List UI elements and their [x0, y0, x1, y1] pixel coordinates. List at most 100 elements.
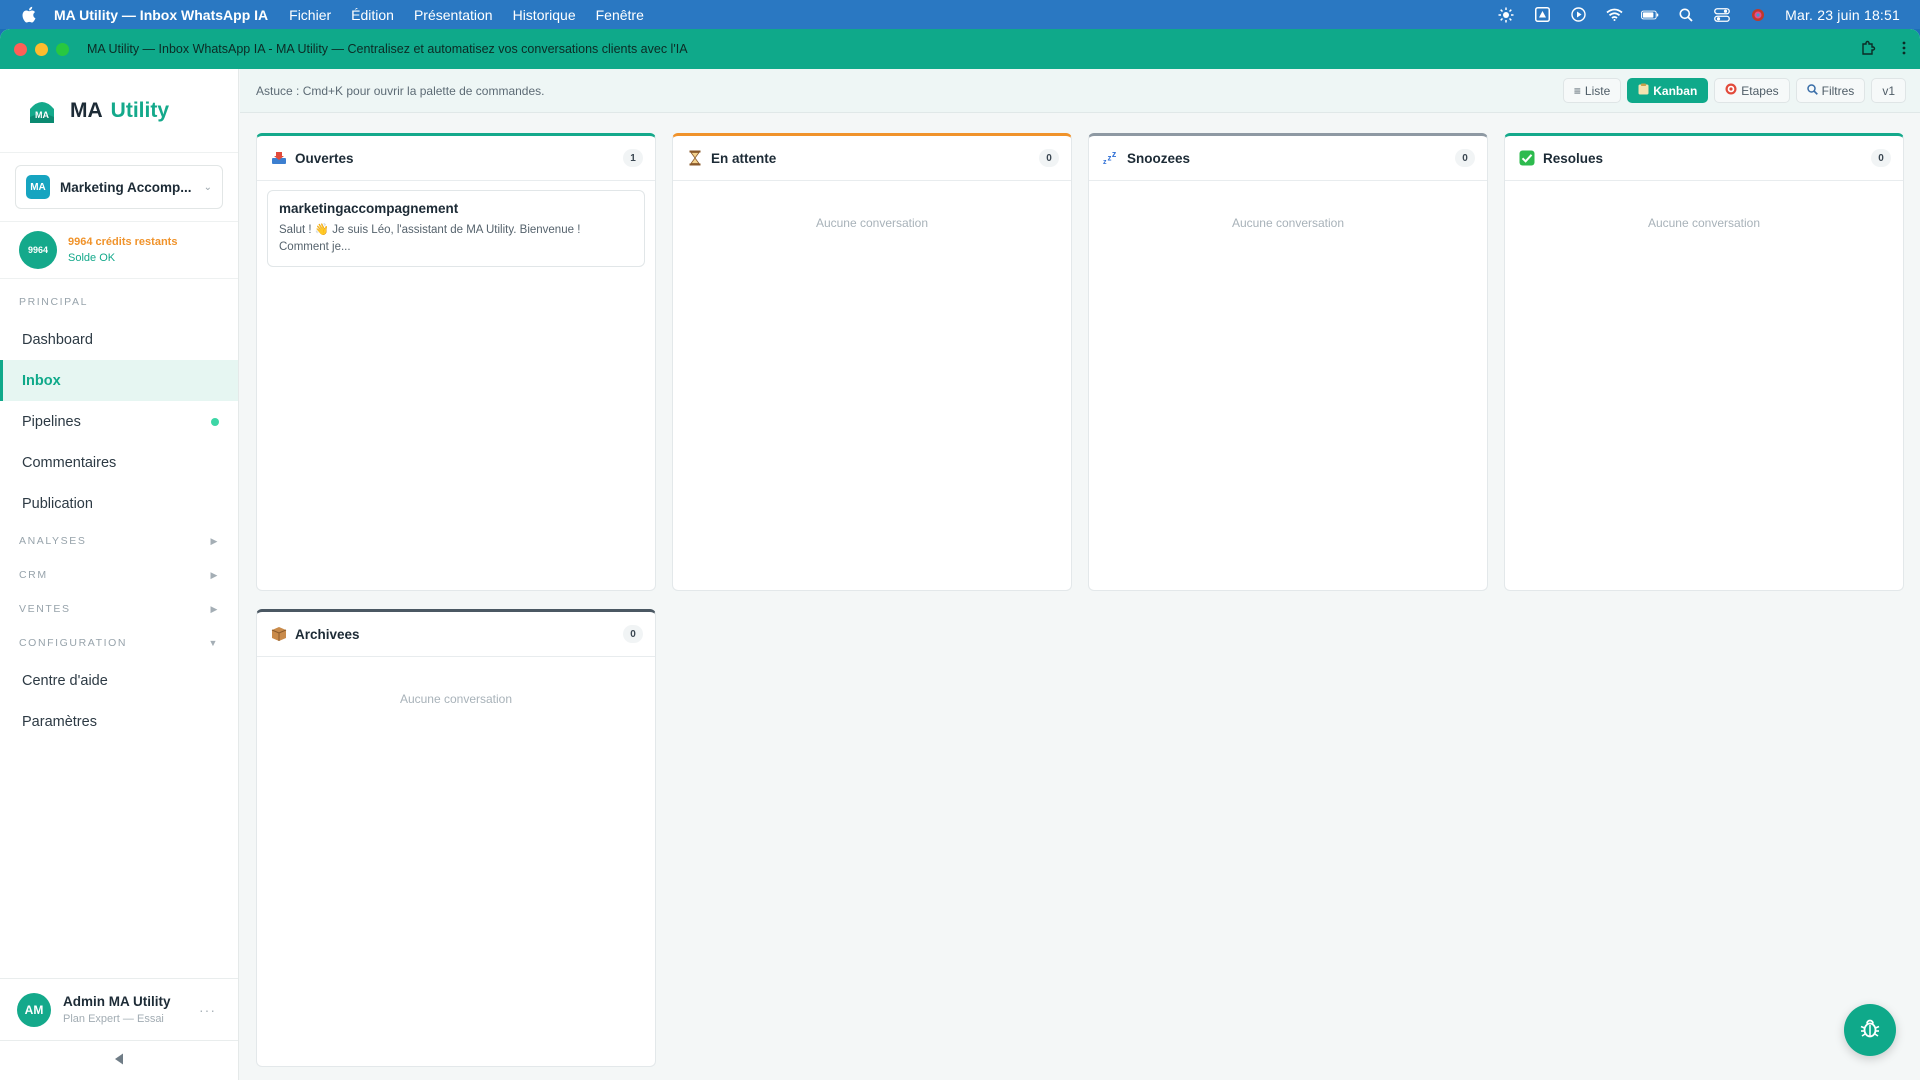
- brand-name-ma: MA: [70, 98, 103, 122]
- close-window-button[interactable]: [14, 42, 27, 56]
- more-horizontal-icon[interactable]: ···: [199, 1002, 216, 1018]
- menu-edition[interactable]: Édition: [351, 7, 394, 23]
- play-icon[interactable]: [1569, 7, 1587, 22]
- empty-state: Aucune conversation: [1231, 216, 1345, 230]
- column-header[interactable]: Resolues 0: [1505, 136, 1903, 181]
- spotlight-search-icon[interactable]: [1677, 8, 1695, 22]
- brightness-icon[interactable]: [1497, 7, 1515, 22]
- conversation-card[interactable]: marketingaccompagnement Salut ! 👋 Je sui…: [267, 190, 645, 267]
- sidebar-item-inbox[interactable]: Inbox: [0, 360, 238, 401]
- column-header[interactable]: Ouvertes 1: [257, 136, 655, 181]
- hourglass-icon: [687, 150, 703, 166]
- section-crm[interactable]: CRM ▶: [0, 558, 238, 592]
- section-configuration[interactable]: CONFIGURATION ▼: [0, 626, 238, 660]
- column-header[interactable]: zzz Snoozees 0: [1089, 136, 1487, 181]
- control-center-icon[interactable]: [1713, 7, 1731, 22]
- drive-icon[interactable]: [1533, 7, 1551, 22]
- filters-button[interactable]: Filtres: [1795, 78, 1866, 103]
- sidebar-item-centre-aide[interactable]: Centre d'aide: [0, 660, 238, 701]
- window-title: MA Utility — Inbox WhatsApp IA - MA Util…: [87, 42, 688, 56]
- section-configuration-label: CONFIGURATION: [19, 637, 128, 649]
- column-header[interactable]: Archivees 0: [257, 612, 655, 657]
- battery-icon[interactable]: [1641, 8, 1659, 22]
- menubar-app-name[interactable]: MA Utility — Inbox WhatsApp IA: [54, 7, 268, 23]
- window-titlebar: MA Utility — Inbox WhatsApp IA - MA Util…: [0, 29, 1920, 69]
- sidebar-item-label: Centre d'aide: [22, 672, 108, 689]
- credits-remaining: 9964 crédits restants: [68, 236, 178, 248]
- menu-fenetre[interactable]: Fenêtre: [596, 7, 644, 23]
- column-ouvertes: Ouvertes 1 marketingaccompagnement Salut…: [256, 133, 656, 591]
- macos-menubar: MA Utility — Inbox WhatsApp IA Fichier É…: [0, 0, 1920, 29]
- sidebar-item-dashboard[interactable]: Dashboard: [0, 319, 238, 360]
- zzz-icon: zzz: [1103, 150, 1119, 166]
- sidebar-item-publication[interactable]: Publication: [0, 483, 238, 524]
- view-list-label: Liste: [1584, 83, 1611, 98]
- column-en-attente: En attente 0 Aucune conversation: [672, 133, 1072, 591]
- collapse-sidebar-button[interactable]: [0, 1040, 238, 1080]
- more-vertical-icon[interactable]: [1902, 41, 1906, 58]
- column-count-badge: 0: [623, 625, 643, 643]
- column-count-badge: 0: [1455, 149, 1475, 167]
- svg-text:z: z: [1107, 154, 1111, 163]
- view-steps-button[interactable]: Etapes: [1714, 78, 1790, 103]
- sidebar-item-pipelines[interactable]: Pipelines: [0, 401, 238, 442]
- menu-fichier[interactable]: Fichier: [289, 7, 331, 23]
- user-profile[interactable]: AM Admin MA Utility Plan Expert — Essai …: [0, 978, 238, 1040]
- toolbar: Astuce : Cmd+K pour ouvrir la palette de…: [240, 69, 1920, 113]
- app-window: MA Utility — Inbox WhatsApp IA - MA Util…: [0, 29, 1920, 1080]
- sidebar-item-commentaires[interactable]: Commentaires: [0, 442, 238, 483]
- svg-text:z: z: [1112, 150, 1117, 159]
- command-palette-tip: Astuce : Cmd+K pour ouvrir la palette de…: [256, 83, 545, 98]
- inbox-tray-icon: [271, 150, 287, 166]
- view-list-button[interactable]: ≡ Liste: [1562, 78, 1622, 103]
- traffic-lights: [14, 42, 69, 56]
- column-count-badge: 0: [1871, 149, 1891, 167]
- sidebar: MA MA Utility MA Marketing Accomp... ⌄ 9…: [0, 69, 239, 1080]
- magnifier-icon: [1806, 83, 1818, 98]
- section-ventes[interactable]: VENTES ▶: [0, 592, 238, 626]
- menu-presentation[interactable]: Présentation: [414, 7, 493, 23]
- credits-panel[interactable]: 9964 9964 crédits restants Solde OK: [0, 221, 238, 279]
- minimize-window-button[interactable]: [35, 42, 48, 56]
- column-count-badge: 1: [623, 149, 643, 167]
- clipboard-icon: [1638, 83, 1649, 98]
- column-header[interactable]: En attente 0: [673, 136, 1071, 181]
- sidebar-item-label: Inbox: [22, 372, 61, 389]
- check-mark-icon: [1519, 150, 1535, 166]
- siri-icon[interactable]: [1749, 8, 1767, 22]
- filters-label: Filtres: [1821, 83, 1855, 98]
- bug-report-button[interactable]: [1844, 1004, 1896, 1056]
- sidebar-item-label: Publication: [22, 495, 93, 512]
- target-icon: [1725, 83, 1737, 98]
- brand-name-utility: Utility: [110, 98, 170, 122]
- version-button[interactable]: v1: [1871, 78, 1906, 103]
- menu-historique[interactable]: Historique: [513, 7, 576, 23]
- view-kanban-button[interactable]: Kanban: [1627, 78, 1709, 103]
- ma-logo-icon: MA: [28, 97, 56, 125]
- section-analyses[interactable]: ANALYSES ▶: [0, 524, 238, 558]
- section-principal: PRINCIPAL: [0, 285, 238, 319]
- zoom-window-button[interactable]: [56, 42, 69, 56]
- wifi-icon[interactable]: [1605, 8, 1623, 22]
- column-count-badge: 0: [1039, 149, 1059, 167]
- workspace-selector[interactable]: MA Marketing Accomp... ⌄: [15, 165, 223, 209]
- menubar-clock[interactable]: Mar. 23 juin 18:51: [1785, 7, 1900, 23]
- view-kanban-label: Kanban: [1653, 83, 1698, 98]
- chevron-updown-icon: ⌄: [203, 181, 212, 193]
- apple-icon[interactable]: [20, 6, 36, 24]
- expand-arrow-icon: ▶: [210, 535, 219, 546]
- section-crm-label: CRM: [19, 569, 48, 581]
- package-icon: [271, 626, 287, 642]
- sidebar-item-label: Pipelines: [22, 413, 81, 430]
- expand-arrow-icon: ▶: [210, 603, 219, 614]
- sidebar-item-label: Dashboard: [22, 331, 93, 348]
- column-resolues: Resolues 0 Aucune conversation: [1504, 133, 1904, 591]
- brand[interactable]: MA MA Utility: [0, 69, 238, 153]
- empty-state: Aucune conversation: [399, 692, 513, 706]
- collapse-arrow-icon: ▼: [208, 638, 219, 648]
- extensions-icon[interactable]: [1860, 40, 1876, 59]
- status-dot: [211, 417, 219, 426]
- sidebar-item-label: Paramètres: [22, 713, 97, 730]
- sidebar-item-parametres[interactable]: Paramètres: [0, 701, 238, 742]
- sidebar-item-label: Commentaires: [22, 454, 117, 471]
